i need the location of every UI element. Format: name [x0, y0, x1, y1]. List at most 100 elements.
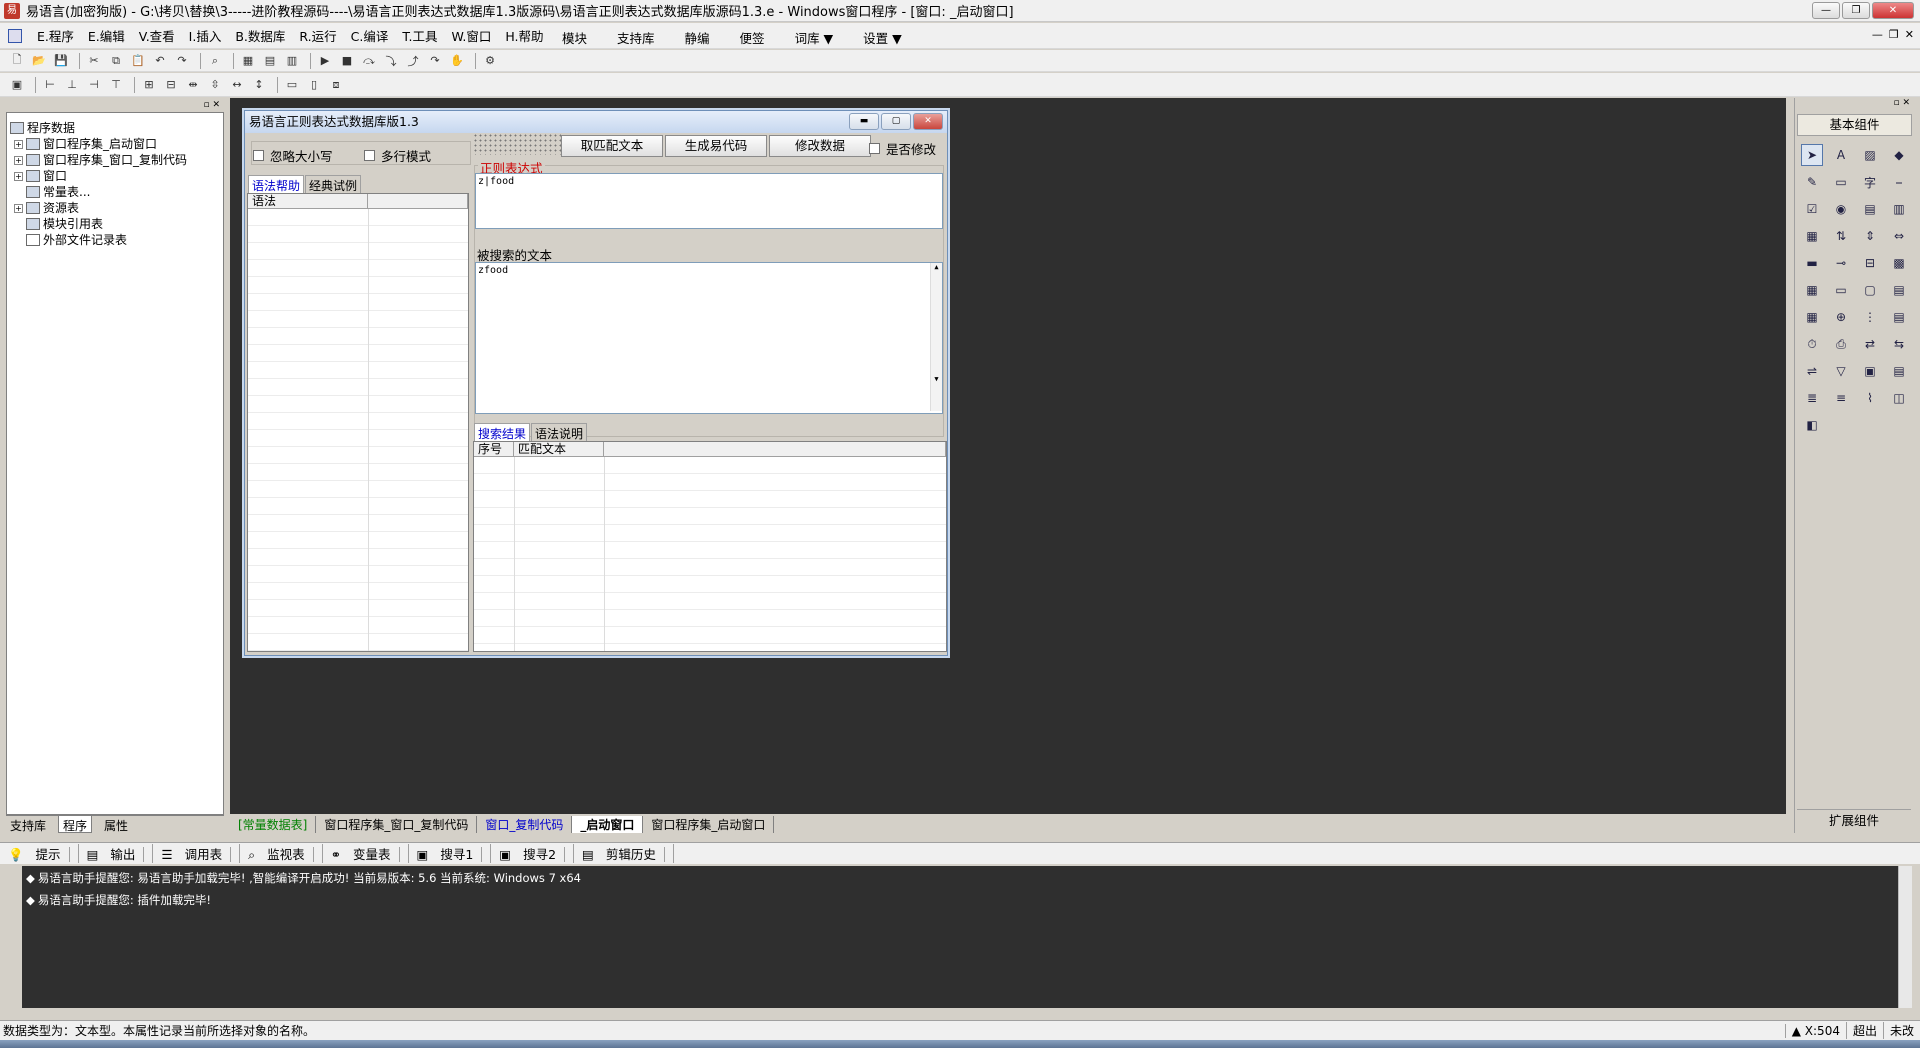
open-folder-icon[interactable]: 📂 — [30, 52, 48, 70]
menu-static-compile[interactable]: 静编 — [685, 28, 710, 47]
center-v-icon[interactable]: ⊟ — [162, 76, 180, 94]
col-match-text[interactable]: 匹配文本 — [514, 442, 604, 456]
provider-icon[interactable]: ⇆ — [1888, 333, 1910, 355]
restore-button[interactable]: ❐ — [1842, 2, 1870, 19]
expand-icon[interactable]: + — [14, 139, 23, 149]
tab-hints[interactable]: 💡 提示 — [0, 844, 79, 863]
search-text-scrollbar[interactable]: ▲ ▼ — [930, 263, 942, 411]
tab-watch[interactable]: ⌕ 监视表 — [240, 844, 323, 863]
pointer-icon[interactable]: ➤ — [1801, 144, 1823, 166]
menu-support-lib[interactable]: 支持库 — [617, 28, 655, 47]
cut-icon[interactable]: ✂ — [85, 52, 103, 70]
tree-node-root[interactable]: 程序数据 — [10, 120, 220, 136]
menu-window[interactable]: W.窗口 — [448, 26, 494, 45]
tab-properties[interactable]: 属性 — [100, 816, 132, 833]
menu-database[interactable]: B.数据库 — [232, 26, 288, 45]
tab-constants[interactable]: [常量数据表] — [230, 815, 317, 833]
menu-run[interactable]: R.运行 — [296, 26, 339, 45]
step-out-icon[interactable]: ⤴ — [404, 52, 422, 70]
align-center-icon[interactable]: ⊥ — [63, 76, 81, 94]
basic-components-caption[interactable]: 基本组件 — [1797, 114, 1912, 136]
tab-syntax-description[interactable]: 语法说明 — [531, 423, 588, 443]
edit-box-icon[interactable]: ✎ — [1801, 171, 1823, 193]
output-scrollbar[interactable] — [1898, 866, 1912, 1008]
layout2-icon[interactable]: ▤ — [261, 52, 279, 70]
step-icon[interactable]: ⤼ — [360, 52, 378, 70]
mdi-minimize-button[interactable]: — — [1872, 28, 1883, 41]
modify-data-button[interactable]: 修改数据 — [769, 135, 871, 157]
new-file-icon[interactable]: 🗋 — [8, 52, 26, 70]
syntax-table[interactable]: 语法 — [247, 193, 469, 652]
align-top-icon[interactable]: ⊤ — [107, 76, 125, 94]
tree-node-resources[interactable]: + 资源表 — [10, 200, 220, 216]
tab-support-lib[interactable]: 支持库 — [6, 816, 50, 833]
copy-icon[interactable]: ⧉ — [107, 52, 125, 70]
drive-icon[interactable]: ▭ — [1830, 279, 1852, 301]
form-close-button[interactable]: ✕ — [913, 113, 943, 130]
frame-icon[interactable]: ▭ — [1830, 171, 1852, 193]
mdi-restore-button[interactable]: ❐ — [1889, 28, 1899, 41]
grid-icon[interactable]: ▣ — [8, 76, 26, 94]
menu-compile[interactable]: C.编译 — [348, 26, 392, 45]
generate-code-button[interactable]: 生成易代码 — [665, 135, 767, 157]
same-size-icon[interactable]: ▭ — [283, 76, 301, 94]
hyperlink-icon[interactable]: ⊕ — [1830, 306, 1852, 328]
panel-close-icon[interactable]: ▫ ✕ — [1893, 98, 1910, 108]
menu-view[interactable]: V.查看 — [136, 26, 178, 45]
tab-copy-assembly[interactable]: 窗口程序集_窗口_复制代码 — [316, 815, 478, 833]
tree-node-copy-assembly[interactable]: + 窗口程序集_窗口_复制代码 — [10, 152, 220, 168]
tab-program[interactable]: 程序 — [58, 816, 93, 833]
vscroll-icon[interactable]: ⇕ — [1859, 225, 1881, 247]
ignore-case-checkbox[interactable]: 忽略大小写 — [253, 146, 333, 165]
same-width-icon[interactable]: ↔ — [228, 76, 246, 94]
step-into-icon[interactable]: ⤵ — [382, 52, 400, 70]
color-icon[interactable]: ▦ — [1801, 306, 1823, 328]
timer-icon[interactable]: ⏱ — [1801, 333, 1823, 355]
tab-syntax-help[interactable]: 语法帮助 — [248, 175, 305, 195]
extended-components-caption[interactable]: 扩展组件 — [1797, 809, 1911, 828]
menu-module[interactable]: 模块 — [562, 28, 587, 47]
datasource-icon[interactable]: ⇄ — [1859, 333, 1881, 355]
line-icon[interactable]: ⎯ — [1888, 171, 1910, 193]
tab-search-results[interactable]: 搜索结果 — [474, 423, 531, 443]
results-table[interactable]: 序号 匹配文本 — [473, 441, 947, 652]
expand-icon[interactable]: + — [14, 155, 23, 165]
hscroll-icon[interactable]: ⇔ — [1888, 225, 1910, 247]
tree-node-startup-assembly[interactable]: + 窗口程序集_启动窗口 — [10, 136, 220, 152]
tab-output[interactable]: ▤ 输出 — [79, 844, 154, 863]
menu-program[interactable]: E.程序 — [34, 26, 77, 45]
odbc-icon[interactable]: ◫ — [1888, 387, 1910, 409]
tab-clip-history[interactable]: ▤ 剪辑历史 — [574, 844, 674, 863]
menu-settings[interactable]: 设置 ▼ — [863, 28, 902, 47]
order-icon[interactable]: ⧈ — [327, 76, 345, 94]
menu-notes[interactable]: 便签 — [740, 28, 765, 47]
db-provider-icon[interactable]: ≡ — [1830, 387, 1852, 409]
radio-icon[interactable]: ◉ — [1830, 198, 1852, 220]
tabs-icon[interactable]: ⊟ — [1859, 252, 1881, 274]
align-left-icon[interactable]: ⊢ — [41, 76, 59, 94]
combo-icon[interactable]: ▥ — [1888, 198, 1910, 220]
tab-search1[interactable]: ▣ 搜寻1 — [409, 844, 492, 863]
shape-icon[interactable]: ◆ — [1888, 144, 1910, 166]
printer-icon[interactable]: ⎙ — [1830, 333, 1852, 355]
lock-icon[interactable]: ▯ — [305, 76, 323, 94]
anim-icon[interactable]: ⋮ — [1859, 306, 1881, 328]
folder-icon[interactable]: ▢ — [1859, 279, 1881, 301]
expand-icon[interactable]: + — [14, 171, 23, 181]
tree-node-windows[interactable]: + 窗口 — [10, 168, 220, 184]
menu-bar-icon[interactable]: ▤ — [1888, 306, 1910, 328]
minimize-button[interactable]: — — [1812, 2, 1840, 19]
menu-help[interactable]: H.帮助 — [502, 26, 546, 45]
space-h-icon[interactable]: ⇹ — [184, 76, 202, 94]
odbc-provider-icon[interactable]: ◧ — [1801, 414, 1823, 436]
undo-icon[interactable]: ↶ — [151, 52, 169, 70]
tree-node-constants[interactable]: 常量表... — [10, 184, 220, 200]
tree-node-external-files[interactable]: 外部文件记录表 — [10, 232, 220, 248]
center-h-icon[interactable]: ⊞ — [140, 76, 158, 94]
calendar-icon[interactable]: ▩ — [1888, 252, 1910, 274]
tree-node-module-refs[interactable]: 模块引用表 — [10, 216, 220, 232]
file-icon[interactable]: ▤ — [1888, 279, 1910, 301]
space-v-icon[interactable]: ⇳ — [206, 76, 224, 94]
window-icon[interactable]: ▣ — [1859, 360, 1881, 382]
tab-search2[interactable]: ▣ 搜寻2 — [491, 844, 575, 863]
